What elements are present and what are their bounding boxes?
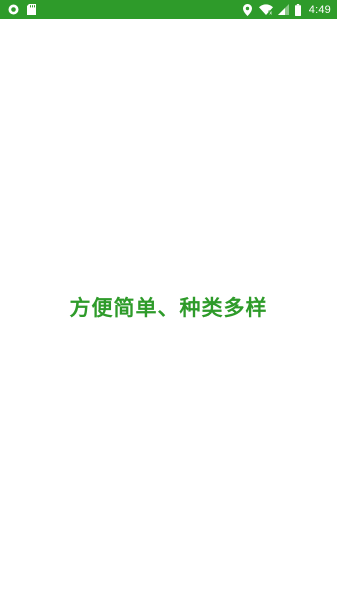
splash-slogan: 方便简单、种类多样 [69,296,268,320]
status-time: 4:49 [308,3,331,16]
location-icon [242,3,254,16]
record-icon [7,4,19,16]
cell-signal-icon [278,4,290,16]
wifi-icon: x [258,4,273,16]
svg-text:x: x [269,10,272,15]
sd-card-icon [25,4,37,16]
battery-icon [295,3,302,16]
splash-screen: x 4:49 方便简单、种类多样 [0,0,337,600]
status-bar-right: x 4:49 [242,0,331,19]
status-bar-left [7,0,37,19]
status-bar: x 4:49 [0,0,337,19]
